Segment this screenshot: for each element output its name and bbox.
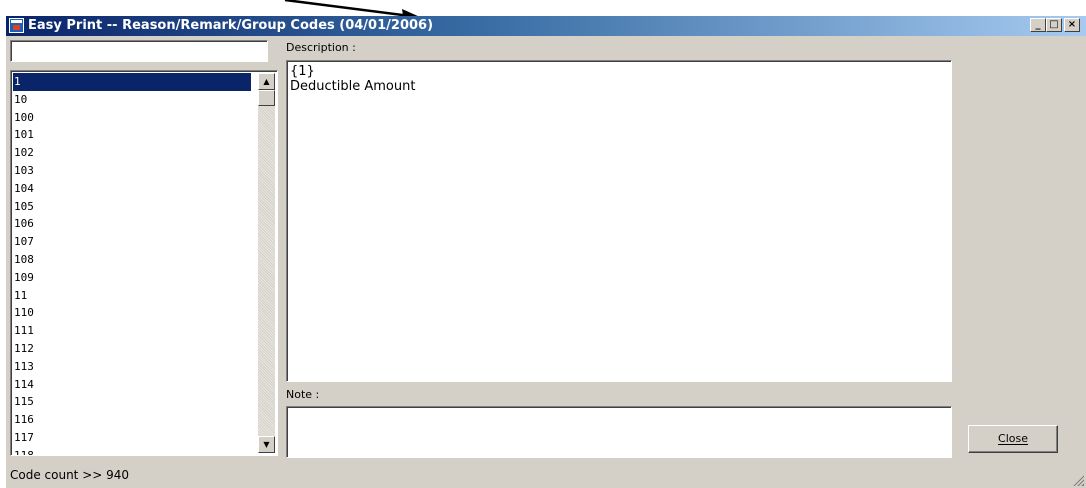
code-list-items: 1 10 100 101 102 103 104 105 106 107 108 109 11 110 11… xyxy=(13,73,251,455)
window-title: Easy Print -- Reason/Remark/Group Codes … xyxy=(28,18,434,33)
vertical-scrollbar[interactable]: ▲ ▼ xyxy=(258,73,275,453)
list-item[interactable]: 111 xyxy=(13,322,251,340)
description-label: Description : xyxy=(286,41,356,54)
list-item[interactable]: 107 xyxy=(13,233,251,251)
title-bar[interactable]: Easy Print -- Reason/Remark/Group Codes … xyxy=(6,16,1086,36)
note-textarea[interactable] xyxy=(286,406,952,458)
status-bar: Code count >> 940 xyxy=(6,462,1086,488)
main-window: Easy Print -- Reason/Remark/Group Codes … xyxy=(6,16,1086,488)
description-textarea[interactable]: {1} Deductible Amount xyxy=(286,60,952,382)
resize-grip-icon[interactable] xyxy=(1072,474,1084,486)
list-item[interactable]: 118 xyxy=(13,447,251,455)
code-list[interactable]: 1 10 100 101 102 103 104 105 106 107 108 109 11 110 11… xyxy=(10,70,278,456)
scroll-up-icon[interactable]: ▲ xyxy=(258,73,275,90)
list-item[interactable]: 10 xyxy=(13,91,251,109)
list-item[interactable]: 11 xyxy=(13,287,251,305)
list-item[interactable]: 1 xyxy=(13,73,251,91)
list-item[interactable]: 109 xyxy=(13,269,251,287)
scroll-thumb[interactable] xyxy=(258,90,275,106)
list-item[interactable]: 102 xyxy=(13,144,251,162)
maximize-button[interactable]: □ xyxy=(1046,18,1062,32)
list-item[interactable]: 105 xyxy=(13,198,251,216)
list-item[interactable]: 106 xyxy=(13,215,251,233)
list-item[interactable]: 110 xyxy=(13,304,251,322)
minimize-button[interactable]: _ xyxy=(1030,18,1046,32)
list-item[interactable]: 101 xyxy=(13,126,251,144)
list-item[interactable]: 103 xyxy=(13,162,251,180)
list-item[interactable]: 114 xyxy=(13,376,251,394)
list-item[interactable]: 115 xyxy=(13,393,251,411)
list-item[interactable]: 113 xyxy=(13,358,251,376)
close-button-label: Close xyxy=(998,432,1028,445)
list-item[interactable]: 108 xyxy=(13,251,251,269)
list-item[interactable]: 112 xyxy=(13,340,251,358)
close-button[interactable]: Close xyxy=(968,425,1058,453)
close-window-button[interactable]: × xyxy=(1064,18,1080,32)
scroll-down-icon[interactable]: ▼ xyxy=(258,436,275,453)
app-icon[interactable] xyxy=(9,18,24,33)
list-item[interactable]: 116 xyxy=(13,411,251,429)
code-search-input[interactable] xyxy=(10,40,268,62)
note-label: Note : xyxy=(286,388,320,401)
list-item[interactable]: 100 xyxy=(13,109,251,127)
code-count-text: Code count >> 940 xyxy=(10,468,130,482)
list-item[interactable]: 117 xyxy=(13,429,251,447)
list-item[interactable]: 104 xyxy=(13,180,251,198)
